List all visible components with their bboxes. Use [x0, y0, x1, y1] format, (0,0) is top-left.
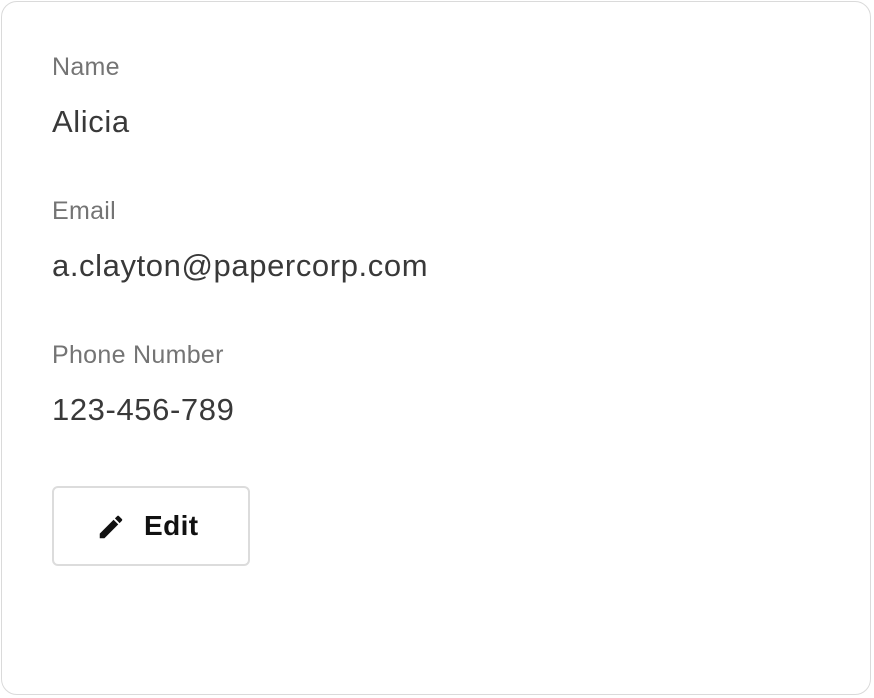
name-label: Name	[52, 53, 120, 81]
profile-card: Name Alicia Email a.clayton@papercorp.co…	[1, 1, 871, 695]
phone-label: Phone Number	[52, 341, 224, 369]
edit-button[interactable]: Edit	[52, 486, 250, 566]
pencil-icon	[99, 515, 123, 539]
edit-button-label: Edit	[144, 510, 199, 541]
phone-value: 123-456-789	[52, 392, 235, 427]
email-label: Email	[52, 197, 117, 225]
name-value: Alicia	[52, 104, 130, 139]
email-value: a.clayton@papercorp.com	[52, 248, 429, 283]
